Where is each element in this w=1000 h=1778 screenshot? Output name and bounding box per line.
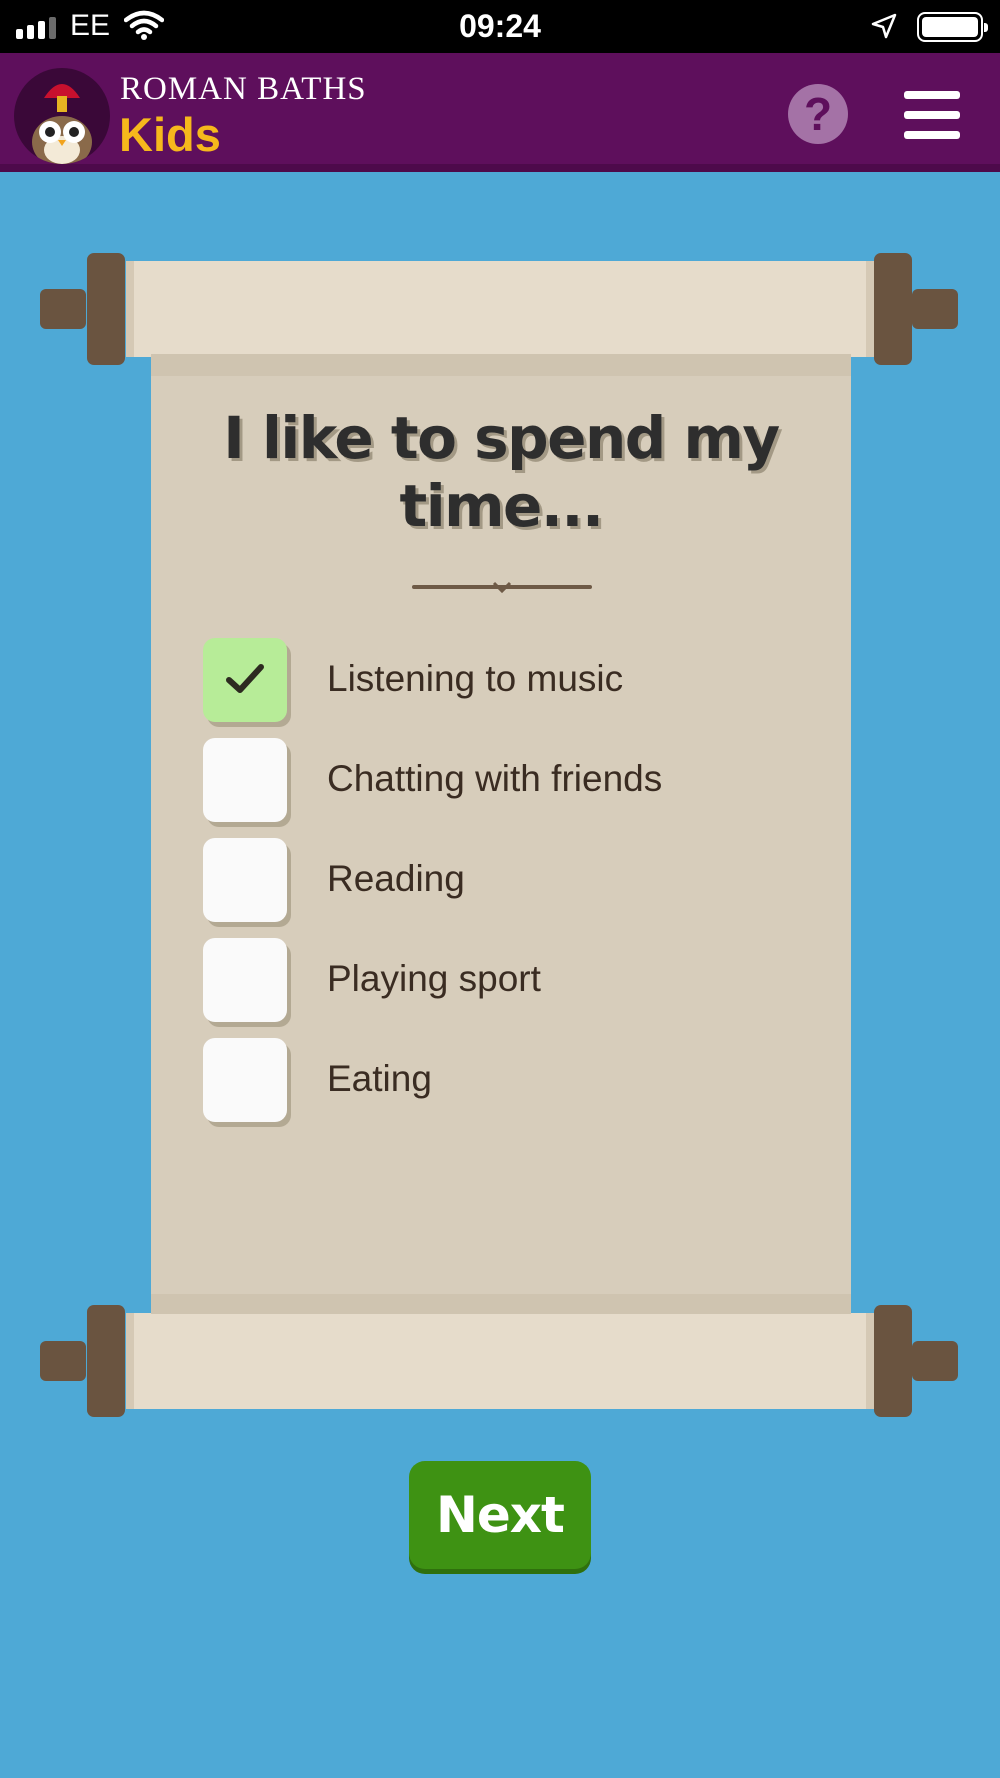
question-card: I like to spend my time... Listening to … [151, 354, 851, 1314]
checkbox[interactable] [203, 838, 287, 922]
app-title: ROMAN BATHS [120, 71, 367, 107]
option-listening-to-music[interactable]: Listening to music [203, 638, 763, 724]
next-button[interactable]: Next [409, 1461, 591, 1569]
option-eating[interactable]: Eating [203, 1038, 763, 1124]
battery-icon [917, 12, 988, 42]
owl-soldier-logo-icon[interactable] [14, 68, 110, 164]
question-title: I like to spend my time... [223, 404, 780, 540]
checkmark-icon [226, 664, 264, 693]
divider-ornament-icon [412, 581, 592, 594]
option-playing-sport[interactable]: Playing sport [203, 938, 763, 1024]
help-button[interactable]: ? [788, 84, 848, 144]
hamburger-menu-icon[interactable] [904, 91, 960, 139]
checkbox[interactable] [203, 738, 287, 822]
option-reading[interactable]: Reading [203, 838, 763, 924]
app-subtitle: Kids [119, 108, 221, 161]
clock: 09:24 [459, 8, 541, 44]
option-label: Eating [327, 1058, 432, 1099]
option-label: Playing sport [327, 958, 541, 999]
option-label: Reading [327, 858, 465, 899]
option-label: Chatting with friends [327, 758, 663, 799]
location-arrow-icon [870, 12, 898, 45]
checkbox-checked[interactable] [203, 638, 287, 722]
option-chatting-with-friends[interactable]: Chatting with friends [203, 738, 763, 824]
app-header: ROMAN BATHS Kids ? [0, 53, 1000, 172]
status-bar: EE 09:24 [0, 0, 1000, 53]
checkbox[interactable] [203, 1038, 287, 1122]
option-label: Listening to music [327, 658, 624, 699]
checkbox[interactable] [203, 938, 287, 1022]
